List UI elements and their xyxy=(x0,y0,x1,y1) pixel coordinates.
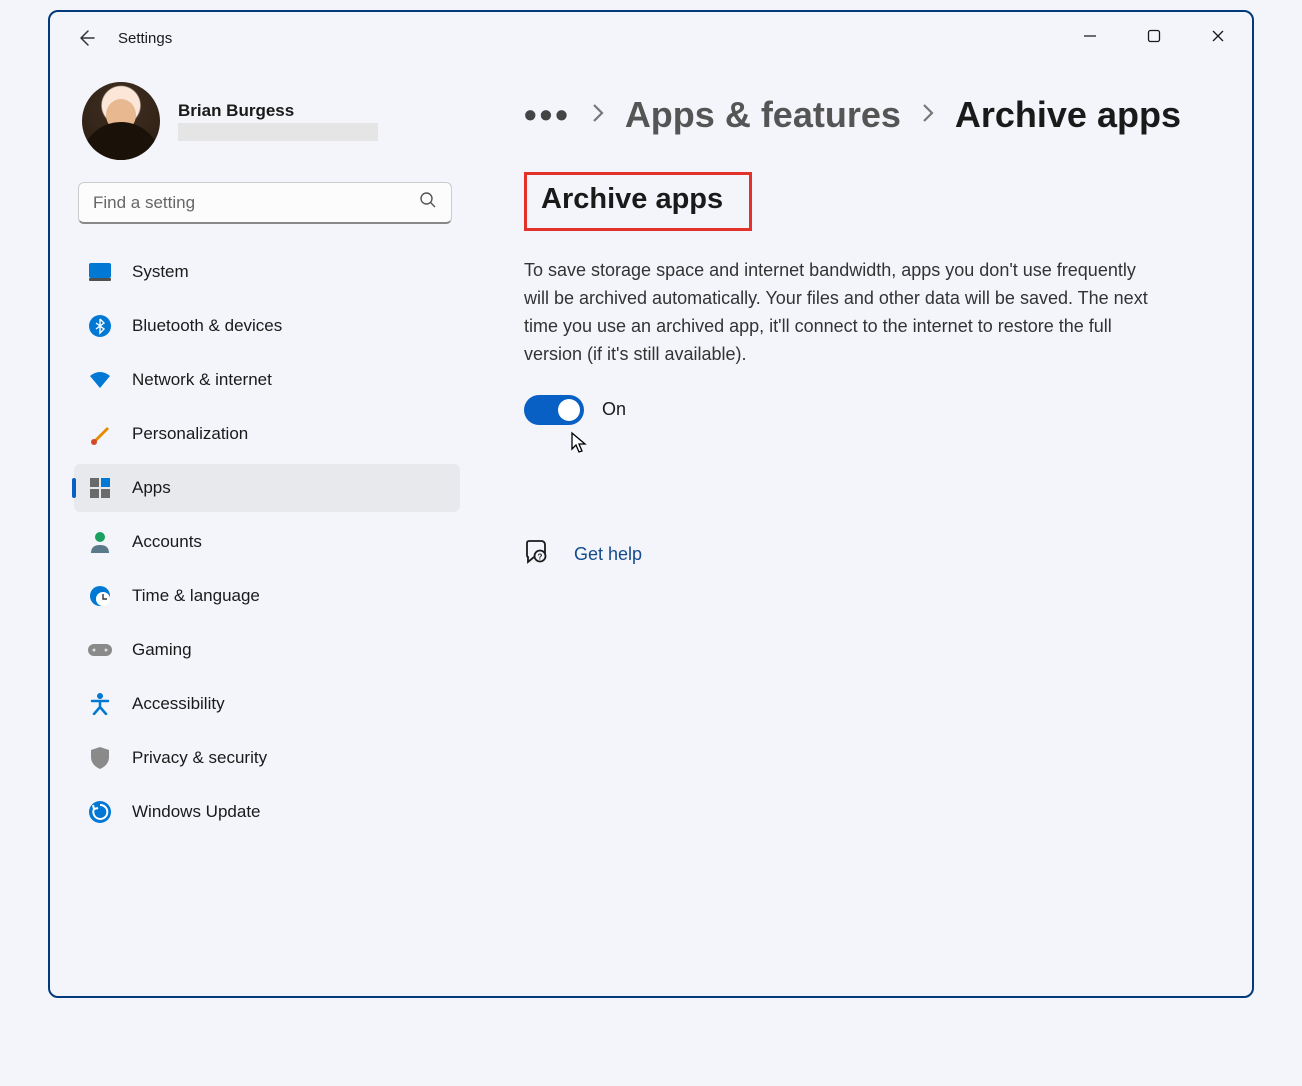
sidebar-item-label: Bluetooth & devices xyxy=(132,316,282,336)
chevron-right-icon xyxy=(919,94,937,136)
sidebar-item-label: Time & language xyxy=(132,586,260,606)
settings-window: Settings Brian Burgess xyxy=(48,10,1254,998)
back-button[interactable] xyxy=(66,18,106,58)
close-icon xyxy=(1211,29,1225,43)
sidebar-item-network[interactable]: Network & internet xyxy=(74,356,460,404)
search-input[interactable] xyxy=(93,193,419,213)
minimize-icon xyxy=(1083,29,1097,43)
clock-globe-icon xyxy=(88,584,112,608)
sidebar-item-bluetooth[interactable]: Bluetooth & devices xyxy=(74,302,460,350)
user-info: Brian Burgess xyxy=(178,101,378,141)
user-email-redacted xyxy=(178,123,378,141)
sidebar-item-label: Personalization xyxy=(132,424,248,444)
archive-toggle[interactable] xyxy=(524,395,584,425)
sidebar-item-label: Gaming xyxy=(132,640,192,660)
window-controls xyxy=(1058,14,1250,58)
archive-toggle-row: On xyxy=(524,395,1228,425)
accounts-icon xyxy=(88,530,112,554)
maximize-button[interactable] xyxy=(1122,14,1186,58)
sidebar-item-system[interactable]: System xyxy=(74,248,460,296)
search-icon xyxy=(419,191,437,214)
sidebar-item-label: Accessibility xyxy=(132,694,225,714)
archive-toggle-label: On xyxy=(602,399,626,420)
page-heading: Archive apps xyxy=(541,183,723,216)
paintbrush-icon xyxy=(88,422,112,446)
sidebar-item-accounts[interactable]: Accounts xyxy=(74,518,460,566)
close-button[interactable] xyxy=(1186,14,1250,58)
system-icon xyxy=(88,260,112,284)
update-icon xyxy=(88,800,112,824)
user-name: Brian Burgess xyxy=(178,101,378,121)
accessibility-icon xyxy=(88,692,112,716)
breadcrumb-current: Archive apps xyxy=(955,94,1181,136)
get-help-link[interactable]: Get help xyxy=(574,544,642,565)
sidebar-item-time-language[interactable]: Time & language xyxy=(74,572,460,620)
bluetooth-icon xyxy=(88,314,112,338)
sidebar-item-label: Apps xyxy=(132,478,171,498)
sidebar-item-windows-update[interactable]: Windows Update xyxy=(74,788,460,836)
body-area: Brian Burgess System xyxy=(50,64,1252,996)
chevron-right-icon xyxy=(589,94,607,136)
user-block[interactable]: Brian Burgess xyxy=(74,82,460,160)
breadcrumb-parent[interactable]: Apps & features xyxy=(625,94,901,136)
sidebar-item-label: Windows Update xyxy=(132,802,261,822)
breadcrumb-overflow[interactable]: ••• xyxy=(524,94,571,136)
breadcrumb: ••• Apps & features Archive apps xyxy=(524,94,1228,136)
avatar xyxy=(82,82,160,160)
svg-text:?: ? xyxy=(538,552,543,561)
sidebar-item-accessibility[interactable]: Accessibility xyxy=(74,680,460,728)
help-icon: ? xyxy=(524,540,548,569)
sidebar-item-personalization[interactable]: Personalization xyxy=(74,410,460,458)
app-title: Settings xyxy=(118,30,172,47)
cursor-icon xyxy=(570,431,1228,460)
sidebar-item-label: Accounts xyxy=(132,532,202,552)
wifi-icon xyxy=(88,368,112,392)
minimize-button[interactable] xyxy=(1058,14,1122,58)
sidebar-item-privacy[interactable]: Privacy & security xyxy=(74,734,460,782)
sidebar: Brian Burgess System xyxy=(50,64,468,996)
sidebar-nav: System Bluetooth & devices Network & int… xyxy=(74,248,460,836)
sidebar-item-label: System xyxy=(132,262,189,282)
get-help-row: ? Get help xyxy=(524,540,1228,569)
sidebar-item-label: Privacy & security xyxy=(132,748,267,768)
apps-icon xyxy=(88,476,112,500)
maximize-icon xyxy=(1147,29,1161,43)
search-box[interactable] xyxy=(78,182,452,224)
titlebar: Settings xyxy=(50,12,1252,64)
main-content: ••• Apps & features Archive apps Archive… xyxy=(468,64,1252,996)
page-description: To save storage space and internet bandw… xyxy=(524,257,1164,369)
page-heading-highlight: Archive apps xyxy=(524,172,752,231)
back-arrow-icon xyxy=(76,28,96,48)
sidebar-item-label: Network & internet xyxy=(132,370,272,390)
sidebar-item-apps[interactable]: Apps xyxy=(74,464,460,512)
sidebar-item-gaming[interactable]: Gaming xyxy=(74,626,460,674)
gamepad-icon xyxy=(88,638,112,662)
shield-icon xyxy=(88,746,112,770)
